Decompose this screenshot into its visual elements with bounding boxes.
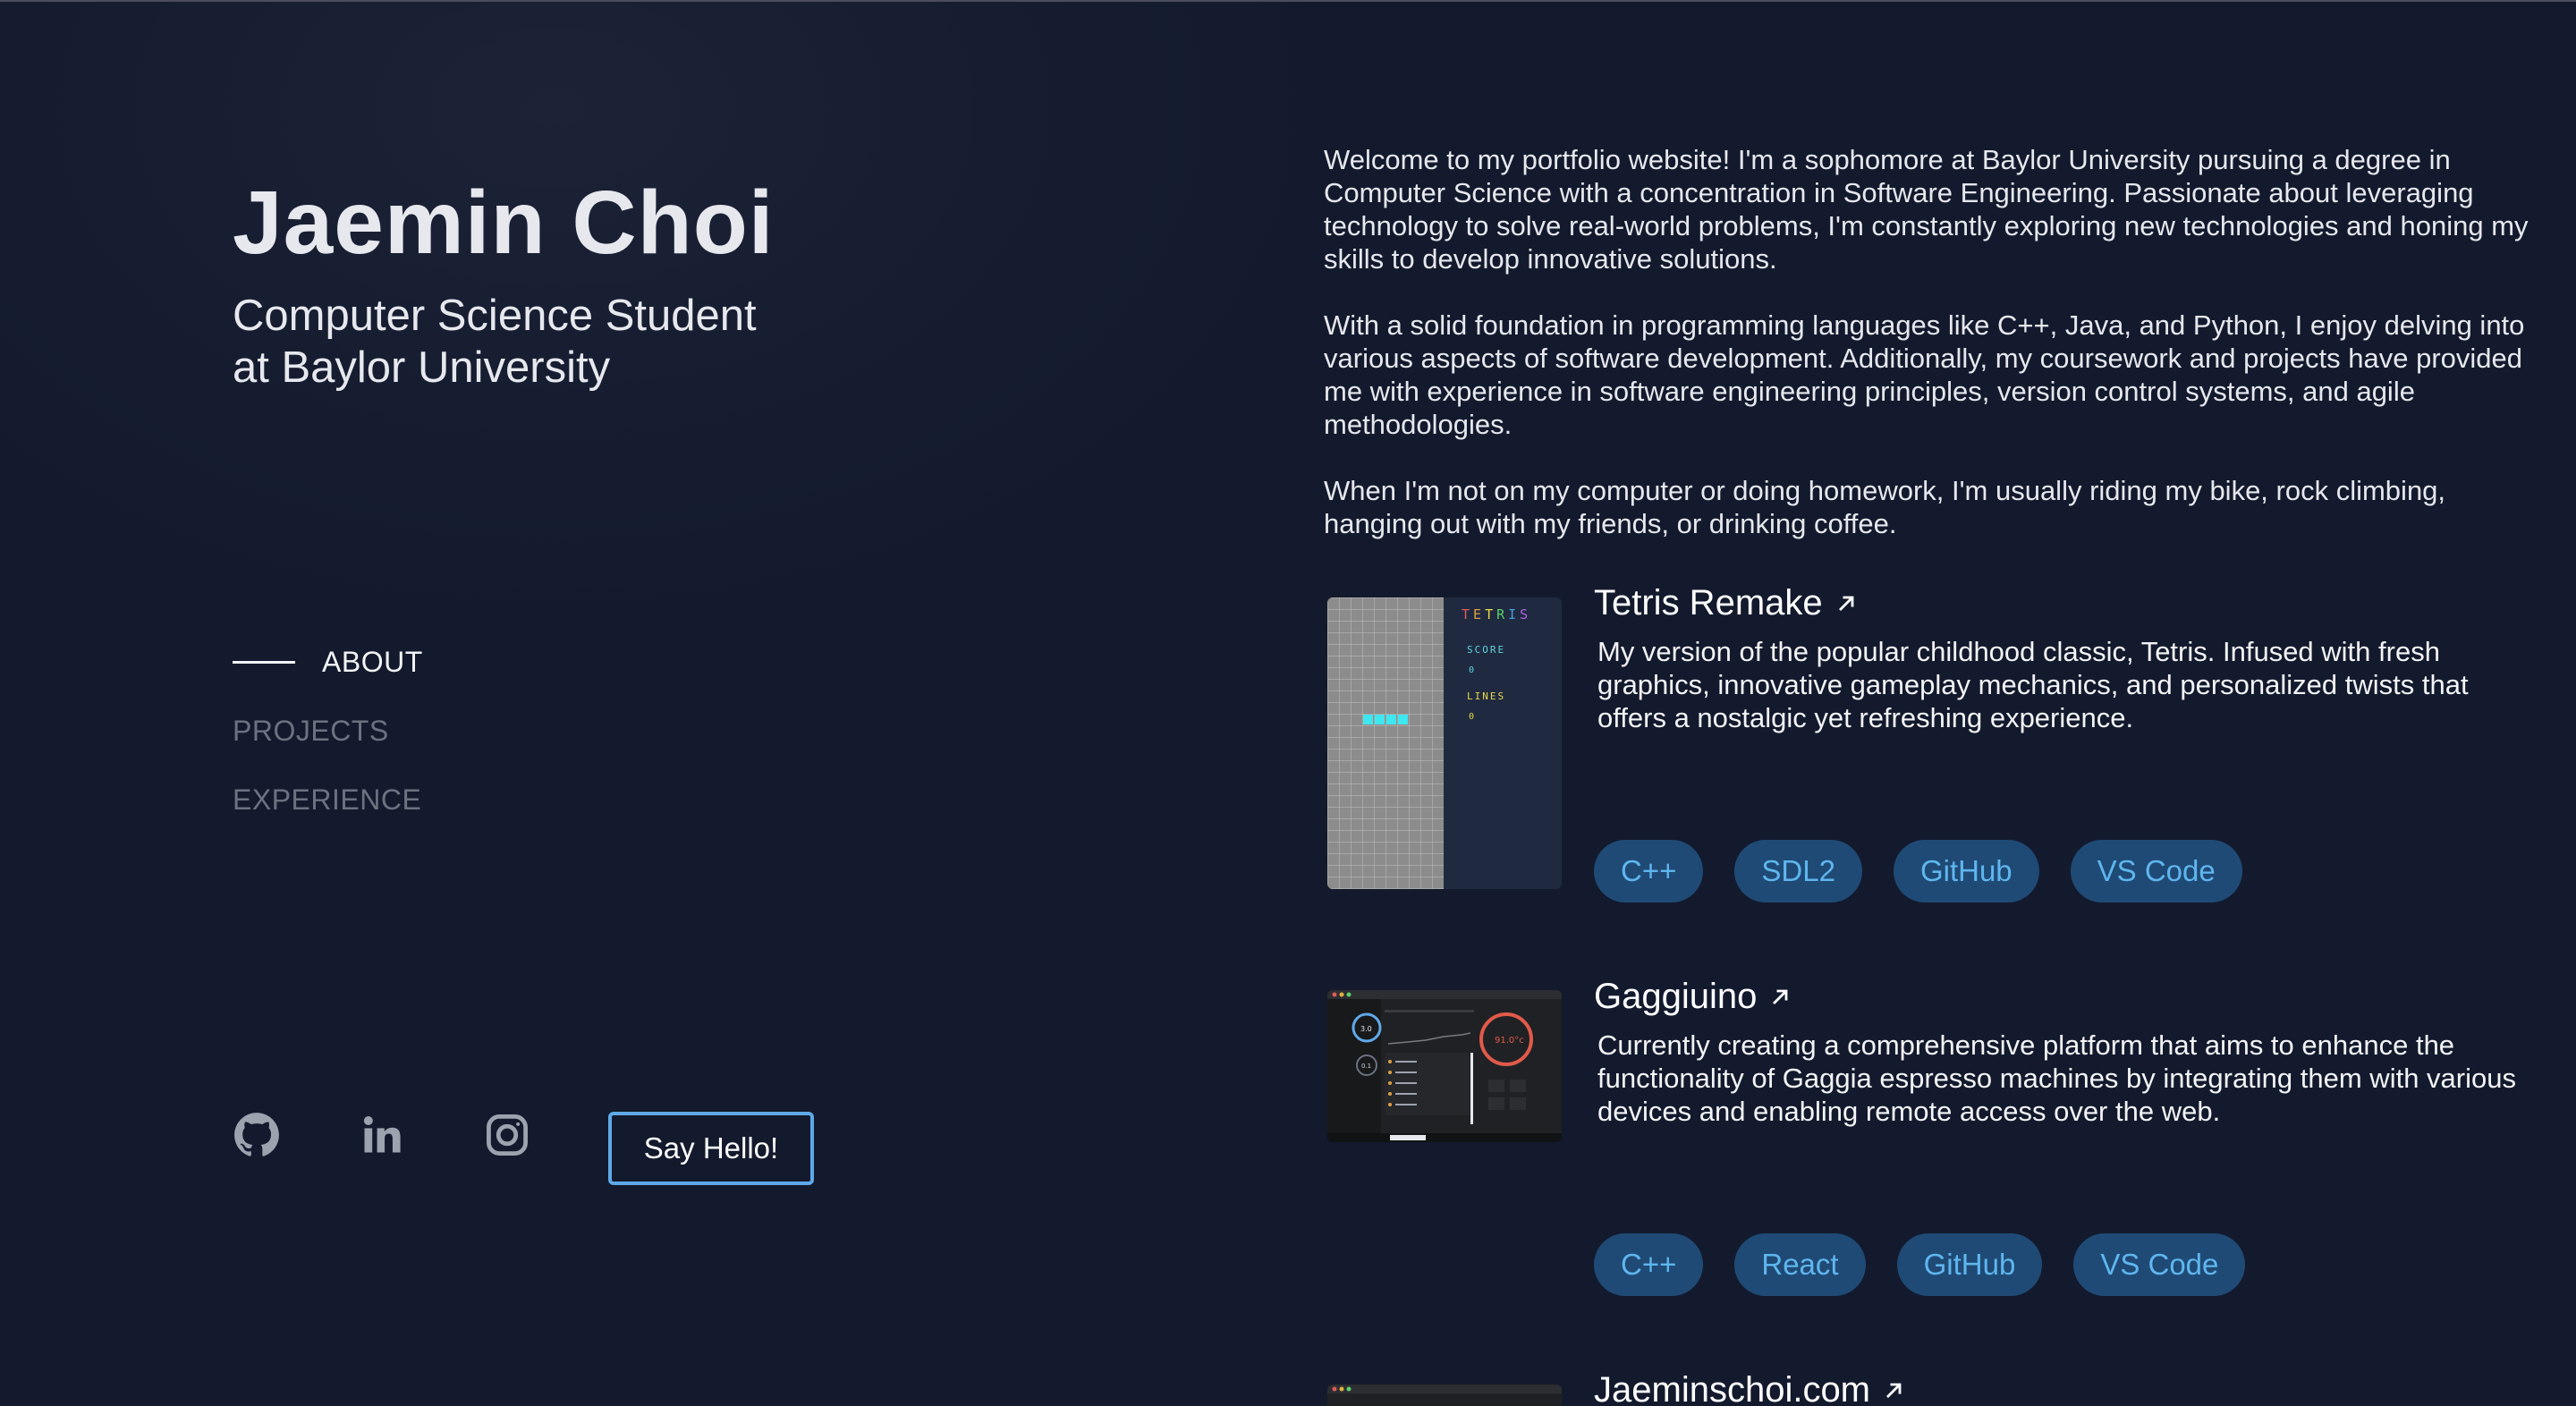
github-icon[interactable] [233, 1111, 281, 1159]
instagram-icon[interactable] [483, 1111, 531, 1159]
project-thumbnail-gaggiuino: 3.0 0.1 91.0°c [1327, 990, 1562, 1142]
nav-item-experience[interactable]: EXPERIENCE [233, 779, 423, 820]
score-value: 0 [1469, 665, 1474, 675]
tag-pill: GitHub [1893, 840, 2039, 902]
tag-pill: VS Code [2073, 1233, 2246, 1296]
social-links [233, 1111, 608, 1159]
nav-item-about[interactable]: ABOUT [233, 641, 423, 682]
portfolio-page: Jaemin Choi Computer Science Student at … [0, 0, 2576, 1406]
linkedin-icon[interactable] [358, 1111, 406, 1159]
project-title: Tetris Remake [1594, 583, 1823, 623]
project-description: My version of the popular childhood clas… [1597, 636, 2469, 733]
lines-label: LINES [1467, 690, 1505, 702]
external-link-arrow-icon [1838, 596, 1854, 611]
project-tags: C++ SDL2 GitHub VS Code [1594, 840, 2274, 902]
jaeminschoi-screenshot [1327, 1385, 1562, 1406]
active-indicator-line [233, 660, 295, 664]
nav-item-projects[interactable]: PROJECTS [233, 710, 423, 751]
site-owner-name: Jaemin Choi [233, 173, 775, 273]
tetris-screenshot: TETRIS SCORE 0 LINES 0 [1327, 597, 1562, 889]
tag-pill: C++ [1594, 1233, 1704, 1296]
about-paragraph: With a solid foundation in programming l… [1324, 309, 2525, 440]
external-link-arrow-icon [1773, 989, 1788, 1004]
score-label: SCORE [1467, 644, 1505, 656]
project-card-tetris[interactable]: TETRIS SCORE 0 LINES 0 Tetris Remake My … [1327, 583, 2535, 905]
project-title: Jaeminschoi.com [1594, 1370, 1871, 1406]
project-title-link[interactable]: Tetris Remake [1594, 583, 1859, 623]
about-section: Welcome to my portfolio website! I'm a s… [1324, 143, 2531, 573]
gaggiuino-screenshot: 3.0 0.1 91.0°c [1327, 990, 1562, 1142]
tag-pill: SDL2 [1734, 840, 1862, 902]
project-description: Currently creating a comprehensive platf… [1597, 1029, 2516, 1127]
project-card-gaggiuino[interactable]: 3.0 0.1 91.0°c Gaggiuino Currently creat… [1327, 977, 2535, 1299]
project-title-link[interactable]: Jaeminschoi.com [1594, 1370, 1906, 1406]
lines-value: 0 [1469, 712, 1474, 722]
project-thumbnail-tetris: TETRIS SCORE 0 LINES 0 [1327, 597, 1562, 889]
section-nav: ABOUT PROJECTS EXPERIENCE [233, 641, 423, 848]
project-title: Gaggiuino [1594, 977, 1758, 1016]
nav-item-label: EXPERIENCE [233, 783, 422, 816]
weight-readout: 0.1 [1361, 1063, 1371, 1070]
external-link-arrow-icon [1886, 1383, 1902, 1398]
tag-pill: GitHub [1896, 1233, 2043, 1296]
project-title-link[interactable]: Gaggiuino [1594, 977, 1792, 1017]
site-subtitle: Computer Science Student at Baylor Unive… [233, 292, 757, 392]
say-hello-button[interactable]: Say Hello! [608, 1112, 814, 1185]
tag-pill: C++ [1594, 840, 1704, 902]
project-thumbnail-jaeminschoi [1327, 1385, 1562, 1406]
gauge-small-readout: 3.0 [1360, 1025, 1372, 1033]
nav-item-label: PROJECTS [233, 714, 389, 747]
project-tags: C++ React GitHub VS Code [1594, 1233, 2276, 1296]
project-card-jaeminschoi[interactable]: Jaeminschoi.com [1327, 1370, 2535, 1406]
tag-pill: React [1734, 1233, 1866, 1296]
about-paragraph: Welcome to my portfolio website! I'm a s… [1324, 144, 2529, 275]
tetris-logo: TETRIS [1462, 606, 1531, 623]
nav-item-label: ABOUT [322, 645, 423, 678]
about-paragraph: When I'm not on my computer or doing hom… [1324, 475, 2446, 539]
tag-pill: VS Code [2070, 840, 2242, 902]
temperature-readout: 91.0°c [1495, 1036, 1524, 1046]
